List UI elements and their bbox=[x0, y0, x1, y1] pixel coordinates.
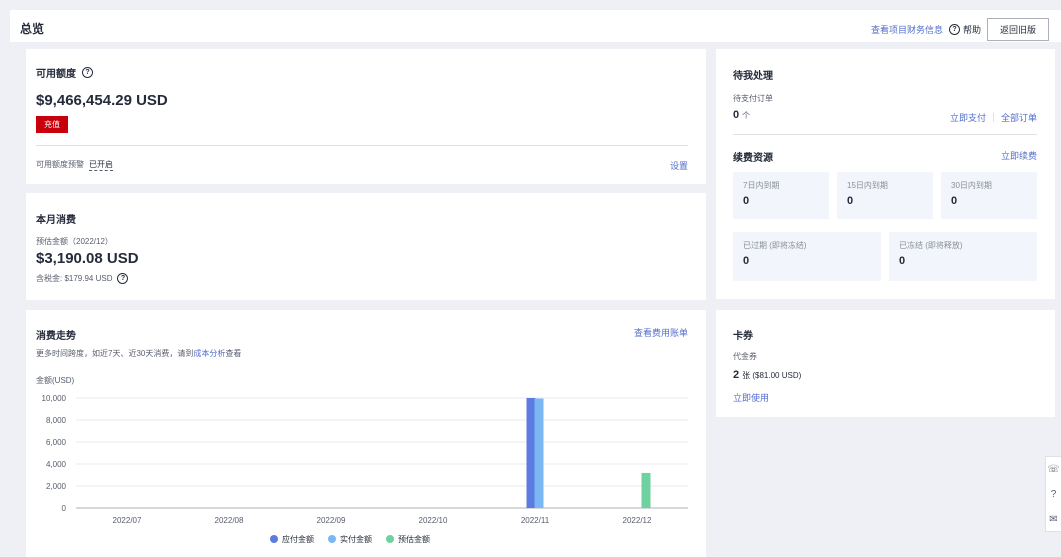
coupons-card: 卡券 代金券 2 张 ($81.00 USD) 立即使用 bbox=[716, 310, 1055, 417]
renewal-15d-value: 0 bbox=[847, 195, 854, 207]
help-icon: ? bbox=[948, 24, 960, 35]
renewal-frozen-label: 已冻结 (即将释放) bbox=[899, 241, 963, 250]
credit-title: 可用额度 bbox=[36, 69, 76, 80]
legend-label: 实付金额 bbox=[340, 534, 372, 544]
renewal-expired[interactable]: 已过期 (即将冻结) 0 bbox=[733, 232, 881, 281]
pending-title: 待我处理 bbox=[733, 71, 773, 82]
renewal-30d[interactable]: 30日内到期 0 bbox=[941, 172, 1037, 219]
trend-desc: 更多时间跨度，如近7天、近30天消费，请到成本分析查看 bbox=[36, 348, 241, 359]
finance-info-link[interactable]: 查看项目财务信息 bbox=[871, 23, 943, 36]
renewal-30d-label: 30日内到期 bbox=[951, 181, 992, 190]
tax-label: 含税金: $179.94 USD bbox=[36, 274, 113, 283]
y-tick-label: 0 bbox=[62, 504, 67, 513]
x-tick-label: 2022/12 bbox=[623, 516, 652, 525]
renewal-title: 续费资源 bbox=[733, 153, 773, 164]
orders-count: 0 bbox=[733, 109, 740, 121]
trend-chart: 金额(USD) 10,000 8,000 6,000 4,000 2,000 0 2022/0… bbox=[36, 375, 688, 544]
coupons-title: 卡券 bbox=[733, 331, 753, 342]
trend-desc-suffix: 查看 bbox=[225, 349, 242, 358]
recharge-button[interactable]: 充值 bbox=[36, 116, 68, 133]
phone-icon[interactable]: ☏ bbox=[1046, 457, 1061, 482]
question-icon[interactable]: ? bbox=[1046, 482, 1061, 507]
y-tick-label: 6,000 bbox=[46, 438, 67, 447]
y-tick-label: 4,000 bbox=[46, 460, 67, 469]
legend-label: 应付金额 bbox=[282, 534, 314, 544]
orders-unit: 个 bbox=[742, 111, 751, 120]
x-tick-label: 2022/07 bbox=[113, 516, 142, 525]
renew-now-link[interactable]: 立即续费 bbox=[1001, 149, 1037, 162]
trend-card: 消费走势 查看费用账单 更多时间跨度，如近7天、近30天消费，请到成本分析查看 … bbox=[26, 310, 706, 557]
help-label: 帮助 bbox=[962, 25, 981, 35]
legend-marker bbox=[328, 535, 336, 543]
cost-analysis-link[interactable]: 成本分析 bbox=[193, 349, 225, 358]
renewal-expired-label: 已过期 (即将冻结) bbox=[743, 241, 807, 250]
tax-help-icon[interactable]: ? bbox=[117, 273, 129, 284]
y-tick-label: 8,000 bbox=[46, 416, 67, 425]
link-separator bbox=[992, 113, 994, 122]
all-orders-link[interactable]: 全部订单 bbox=[1001, 111, 1037, 124]
renewal-expired-value: 0 bbox=[743, 255, 750, 267]
legend-marker bbox=[386, 535, 394, 543]
renewal-15d[interactable]: 15日内到期 0 bbox=[837, 172, 933, 219]
monthly-title: 本月消费 bbox=[36, 215, 76, 226]
voucher-label: 代金券 bbox=[733, 352, 757, 361]
y-tick-label: 10,000 bbox=[42, 394, 67, 403]
renewal-frozen[interactable]: 已冻结 (即将释放) 0 bbox=[889, 232, 1037, 281]
settings-link[interactable]: 设置 bbox=[670, 159, 688, 172]
credit-divider bbox=[36, 145, 688, 146]
orders-label: 待支付订单 bbox=[733, 94, 773, 103]
mail-icon[interactable]: ✉ bbox=[1046, 507, 1061, 532]
pending-card: 待我处理 待支付订单 0 个 立即支付 全部订单 续费资源 立即续费 7日内到期… bbox=[716, 49, 1055, 299]
estimate-label: 预估金额（2022/12） bbox=[36, 237, 113, 246]
renewal-15d-label: 15日内到期 bbox=[847, 181, 888, 190]
renewal-7d-value: 0 bbox=[743, 195, 750, 207]
voucher-detail: 张 ($81.00 USD) bbox=[742, 371, 802, 380]
y-axis-label: 金额(USD) bbox=[36, 375, 75, 385]
back-to-old-button[interactable]: 返回旧版 bbox=[986, 18, 1049, 41]
renewal-7d[interactable]: 7日内到期 0 bbox=[733, 172, 829, 219]
top-bar: 总览 查看项目财务信息 ? 帮助 返回旧版 bbox=[10, 10, 1061, 42]
alert-label: 可用额度预警 bbox=[36, 160, 84, 169]
alert-status[interactable]: 已开启 bbox=[89, 159, 113, 171]
pay-now-link[interactable]: 立即支付 bbox=[950, 111, 986, 124]
use-now-link[interactable]: 立即使用 bbox=[733, 391, 769, 404]
top-actions: 查看项目财务信息 ? 帮助 返回旧版 bbox=[871, 18, 1049, 41]
page-title: 总览 bbox=[20, 22, 45, 36]
pending-divider bbox=[733, 134, 1037, 135]
trend-desc-prefix: 更多时间跨度，如近7天、近30天消费，请到 bbox=[36, 349, 194, 358]
credit-card: 可用额度 ? $9,466,454.29 USD 充值 可用额度预警 已开启 设… bbox=[26, 49, 706, 184]
help-link[interactable]: ? 帮助 bbox=[948, 23, 981, 36]
x-tick-label: 2022/09 bbox=[317, 516, 346, 525]
bar-应付金额 bbox=[526, 398, 536, 508]
bill-link[interactable]: 查看费用账单 bbox=[634, 326, 688, 339]
credit-amount: $9,466,454.29 USD bbox=[36, 92, 168, 109]
credit-help-icon[interactable]: ? bbox=[82, 67, 93, 78]
renewal-30d-value: 0 bbox=[951, 195, 958, 207]
x-tick-label: 2022/08 bbox=[215, 516, 244, 525]
legend-marker bbox=[270, 535, 278, 543]
voucher-count: 2 bbox=[733, 369, 740, 381]
x-tick-label: 2022/11 bbox=[521, 516, 550, 525]
monthly-amount: $3,190.08 USD bbox=[36, 250, 139, 267]
y-tick-label: 2,000 bbox=[46, 482, 67, 491]
floating-toolbar: ☏ ? ✉ bbox=[1045, 456, 1061, 532]
renewal-7d-label: 7日内到期 bbox=[743, 181, 780, 190]
monthly-card: 本月消费 预估金额（2022/12） $3,190.08 USD 含税金: $1… bbox=[26, 193, 706, 300]
bar-预估金额 bbox=[641, 472, 651, 508]
trend-title: 消费走势 bbox=[36, 331, 76, 342]
bar-实付金额 bbox=[534, 398, 544, 508]
renewal-frozen-value: 0 bbox=[899, 255, 906, 267]
x-tick-label: 2022/10 bbox=[419, 516, 448, 525]
legend-label: 预估金额 bbox=[398, 534, 430, 544]
